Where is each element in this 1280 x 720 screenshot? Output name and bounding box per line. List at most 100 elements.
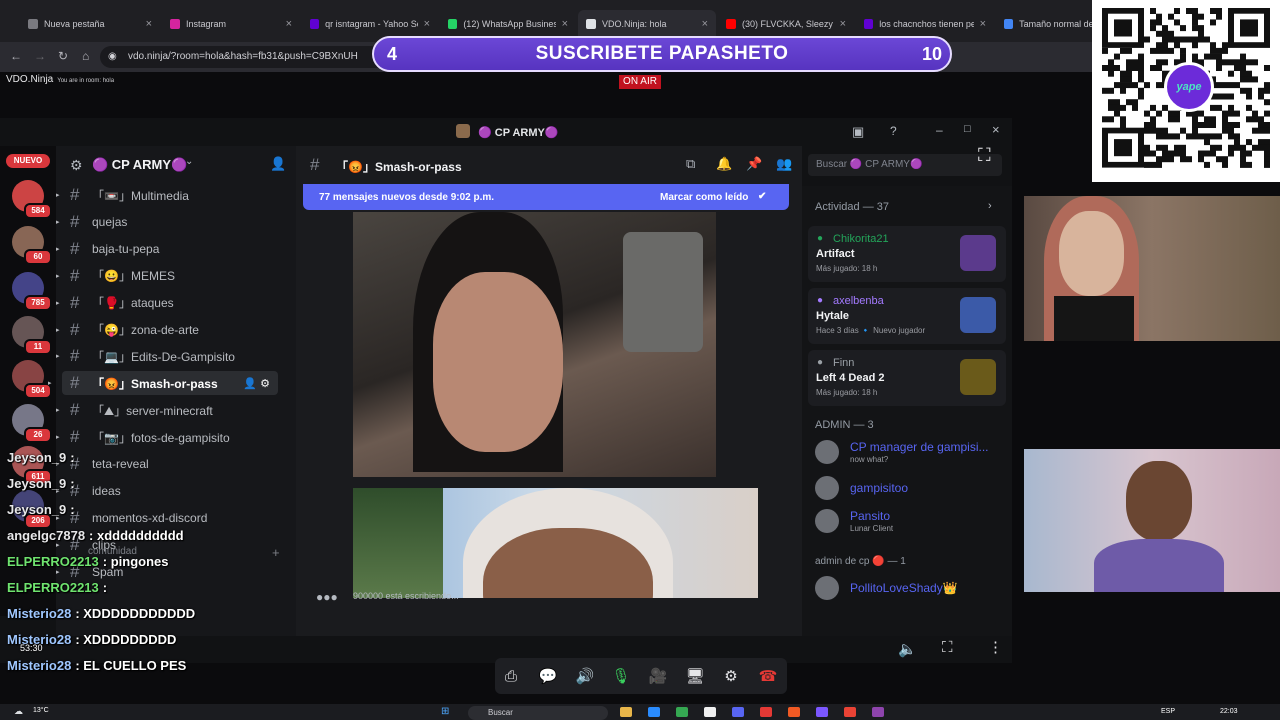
tab-close-icon[interactable]: × [840, 18, 846, 30]
chat-image-1[interactable] [353, 212, 716, 477]
browser-tab[interactable]: Nueva pestaña × [20, 10, 160, 38]
browser-tab[interactable]: (30) FLVCKKA, Sleezy × [718, 10, 854, 38]
taskbar-app-icon[interactable] [816, 707, 828, 717]
browser-tab[interactable]: Instagram × [162, 10, 300, 38]
taskbar-app-icon[interactable] [676, 707, 688, 717]
activity-meta: Más jugado: 18 h [816, 264, 878, 273]
server-settings-icon[interactable]: ⚙ [70, 157, 83, 174]
tab-close-icon[interactable]: × [702, 18, 708, 30]
pin-icon[interactable]: 📌 [746, 156, 762, 172]
microphone-icon[interactable]: 🎙 [608, 664, 634, 688]
channel-item[interactable]: ▸ # baja-tu-pepa [56, 237, 159, 261]
taskbar-app-icon[interactable] [872, 707, 884, 717]
channel-item[interactable]: ▸ # momentos-xd-discord [56, 506, 207, 530]
fullscreen-icon[interactable]: ⛶ [978, 145, 991, 166]
channel-item[interactable]: ▸ # 「😀」MEMES [56, 264, 175, 288]
camera-icon[interactable]: 🎥 [645, 664, 671, 688]
tab-close-icon[interactable]: × [424, 18, 430, 30]
inbox-icon[interactable]: ▣ [852, 124, 864, 140]
channel-item[interactable]: ▸ # quejas [56, 210, 127, 234]
add-channel-icon[interactable]: + [272, 545, 280, 560]
weather-icon[interactable]: ☁ [14, 706, 23, 717]
taskbar-search[interactable]: Buscar [468, 706, 608, 720]
close-icon[interactable]: × [992, 122, 1000, 137]
expand-icon[interactable]: ⛶ [942, 639, 953, 656]
browser-tab[interactable]: qr isntagram - Yahoo Sea × [302, 10, 438, 38]
taskbar-app-icon[interactable] [620, 707, 632, 717]
taskbar-app-icon[interactable] [788, 707, 800, 717]
stream-chat-message: Jeyson_9: [7, 502, 75, 517]
help-icon[interactable]: ? [890, 124, 897, 138]
invite-icon[interactable]: 👤 [270, 156, 286, 172]
chevron-down-icon[interactable]: ⌄ [185, 156, 193, 167]
channel-item[interactable]: ▸ # 「🥊」ataques [56, 291, 174, 315]
volume-icon[interactable]: 🔈 [898, 640, 917, 658]
member-avatar[interactable] [815, 509, 839, 533]
stream-chat-user: Misterio28 [7, 658, 72, 673]
member-name[interactable]: PollitoLoveShady👑 [850, 581, 958, 595]
tab-label: Instagram [186, 19, 227, 29]
new-badge: NUEVO [6, 154, 50, 168]
chevron-right-icon[interactable]: › [988, 200, 992, 212]
settings-icon[interactable]: ⚙ [718, 664, 744, 688]
minimize-icon[interactable]: – [936, 123, 943, 137]
member-avatar[interactable] [815, 576, 839, 600]
more-options-icon[interactable]: ⋮ [988, 638, 1003, 656]
server-badge: 60 [24, 249, 52, 265]
chat-image-2[interactable] [353, 488, 758, 598]
search-input[interactable]: Buscar 🟣 CP ARMY🟣 [808, 154, 1002, 176]
taskbar-app-icon[interactable] [648, 707, 660, 717]
channel-item[interactable]: ▸ # 「😜」zona-de-arte [56, 318, 199, 342]
channel-item[interactable]: ▸ # 「😡」Smash-or-pass 👤 ⚙ [48, 371, 278, 396]
channel-label: 「💻」Edits-De-Gampisito [92, 349, 235, 364]
hash-icon: # [70, 400, 80, 420]
admin-name[interactable]: gampisitoo [850, 481, 908, 495]
admin-name[interactable]: CP manager de gampisi... [850, 440, 989, 454]
channel-item[interactable]: ▸ # ideas [56, 479, 121, 503]
channel-item[interactable]: ▸ # 「💻」Edits-De-Gampisito [56, 344, 235, 368]
maximize-icon[interactable]: □ [964, 123, 971, 135]
reload-icon[interactable]: ↻ [58, 49, 68, 63]
qr-code: yape [1092, 0, 1280, 182]
member-avatar[interactable] [815, 440, 839, 464]
channel-item[interactable]: ▸ # 「📼」Multimedia [56, 183, 189, 207]
channel-settings-icon[interactable]: 👤 ⚙ [243, 377, 270, 390]
channel-item[interactable]: ▸ # teta-reveal [56, 452, 149, 476]
member-avatar[interactable] [815, 476, 839, 500]
browser-tab[interactable]: (12) WhatsApp Business × [440, 10, 576, 38]
forward-icon[interactable]: → [34, 49, 46, 63]
taskbar-app-icon[interactable] [760, 707, 772, 717]
screen-share-icon[interactable]: 🖥 [682, 664, 708, 688]
browser-tab[interactable]: VDO.Ninja: hola × [578, 10, 716, 38]
site-info-icon[interactable]: ◉ [108, 46, 117, 68]
share-file-icon[interactable]: ⎙ [498, 664, 524, 688]
threads-icon[interactable]: ⧉ [686, 156, 695, 172]
home-icon[interactable]: ⌂ [82, 49, 89, 63]
start-icon[interactable]: ⊞ [441, 706, 449, 717]
browser-tab[interactable]: los chacnchos tienen pen × [856, 10, 994, 38]
channel-item[interactable]: ▸ # 「⛰」server-minecraft [56, 398, 213, 422]
tab-close-icon[interactable]: × [286, 18, 292, 30]
channel-item[interactable]: ▸ # 「📷」fotos-de-gampisito [56, 425, 230, 449]
members-icon[interactable]: 👥 [776, 156, 792, 172]
chat-icon[interactable]: 💬 [535, 664, 561, 688]
bell-icon[interactable]: 🔔 [716, 156, 732, 172]
taskbar-app-icon[interactable] [844, 707, 856, 717]
language-indicator[interactable]: ESP [1161, 708, 1175, 715]
taskbar-app-icon[interactable] [704, 707, 716, 717]
taskbar-app-icon[interactable] [732, 707, 744, 717]
weather-temp[interactable]: 13°C [33, 707, 49, 714]
tab-close-icon[interactable]: × [562, 18, 568, 30]
new-messages-bar[interactable]: 77 mensajes nuevos desde 9:02 p.m. Marca… [303, 184, 789, 210]
hangup-icon[interactable]: ☎ [755, 664, 781, 688]
admin-cp-header: admin de cp 🔴 — 1 [815, 556, 906, 567]
clock[interactable]: 22:03 [1220, 708, 1238, 715]
tab-close-icon[interactable]: × [980, 18, 986, 30]
back-icon[interactable]: ← [10, 49, 22, 63]
speaker-icon[interactable]: 🔊 [572, 664, 598, 688]
mark-read-button[interactable]: Marcar como leído [660, 192, 748, 203]
server-name[interactable]: 🟣 CP ARMY🟣 [92, 157, 187, 173]
admin-name[interactable]: Pansito [850, 509, 890, 523]
tab-close-icon[interactable]: × [146, 18, 152, 30]
mark-read-icon[interactable]: ✔ [758, 191, 766, 202]
